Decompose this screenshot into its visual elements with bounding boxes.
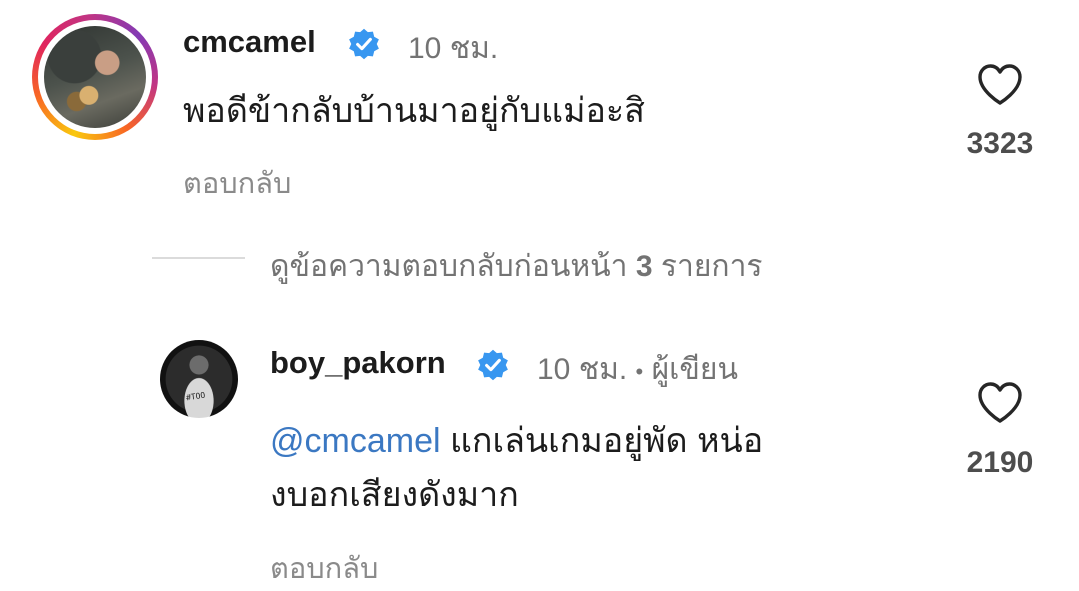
like-count: 2190 xyxy=(966,446,1034,479)
replies-divider xyxy=(152,257,245,259)
reply-username[interactable]: boy_pakorn xyxy=(270,345,446,381)
comment-username[interactable]: cmcamel xyxy=(183,24,316,60)
reply-meta: 10 ชม. • ผู้เขียน xyxy=(537,346,738,393)
reply-text-line2: งบอกเสียงดังมาก xyxy=(270,476,519,514)
reply-button[interactable]: ตอบกลับ xyxy=(183,160,291,206)
avatar xyxy=(44,26,146,128)
view-previous-replies-button[interactable]: ดูข้อความตอบกลับก่อนหน้า 3 รายการ xyxy=(270,243,763,290)
heart-icon[interactable] xyxy=(976,381,1024,425)
reply-timestamp: 10 ชม. xyxy=(537,353,628,386)
view-replies-prefix: ดูข้อความตอบกลับก่อนหน้า xyxy=(270,250,636,283)
story-ring-avatar-cmcamel[interactable] xyxy=(32,14,158,140)
reply-text-line1: แกเล่นเกมอยู่พัด หน่อ xyxy=(440,422,764,460)
verified-badge-icon xyxy=(478,349,508,381)
heart-icon[interactable] xyxy=(976,63,1024,107)
meta-separator: • xyxy=(635,359,644,384)
reply-text: @cmcamel แกเล่นเกมอยู่พัด หน่อ งบอกเสียง… xyxy=(270,414,910,522)
reply-button[interactable]: ตอบกลับ xyxy=(270,545,378,591)
verified-badge-icon xyxy=(349,28,379,60)
author-label: ผู้เขียน xyxy=(651,353,739,386)
comment-timestamp: 10 ชม. xyxy=(408,32,499,65)
mention-link[interactable]: @cmcamel xyxy=(270,422,441,460)
avatar[interactable]: #TOO xyxy=(160,340,238,418)
view-replies-suffix: รายการ xyxy=(652,250,763,283)
comment-text: พอดีข้ากลับบ้านมาอยู่กับแม่อะสิ xyxy=(183,92,645,130)
view-replies-count: 3 xyxy=(635,250,653,283)
like-count: 3323 xyxy=(966,127,1034,160)
